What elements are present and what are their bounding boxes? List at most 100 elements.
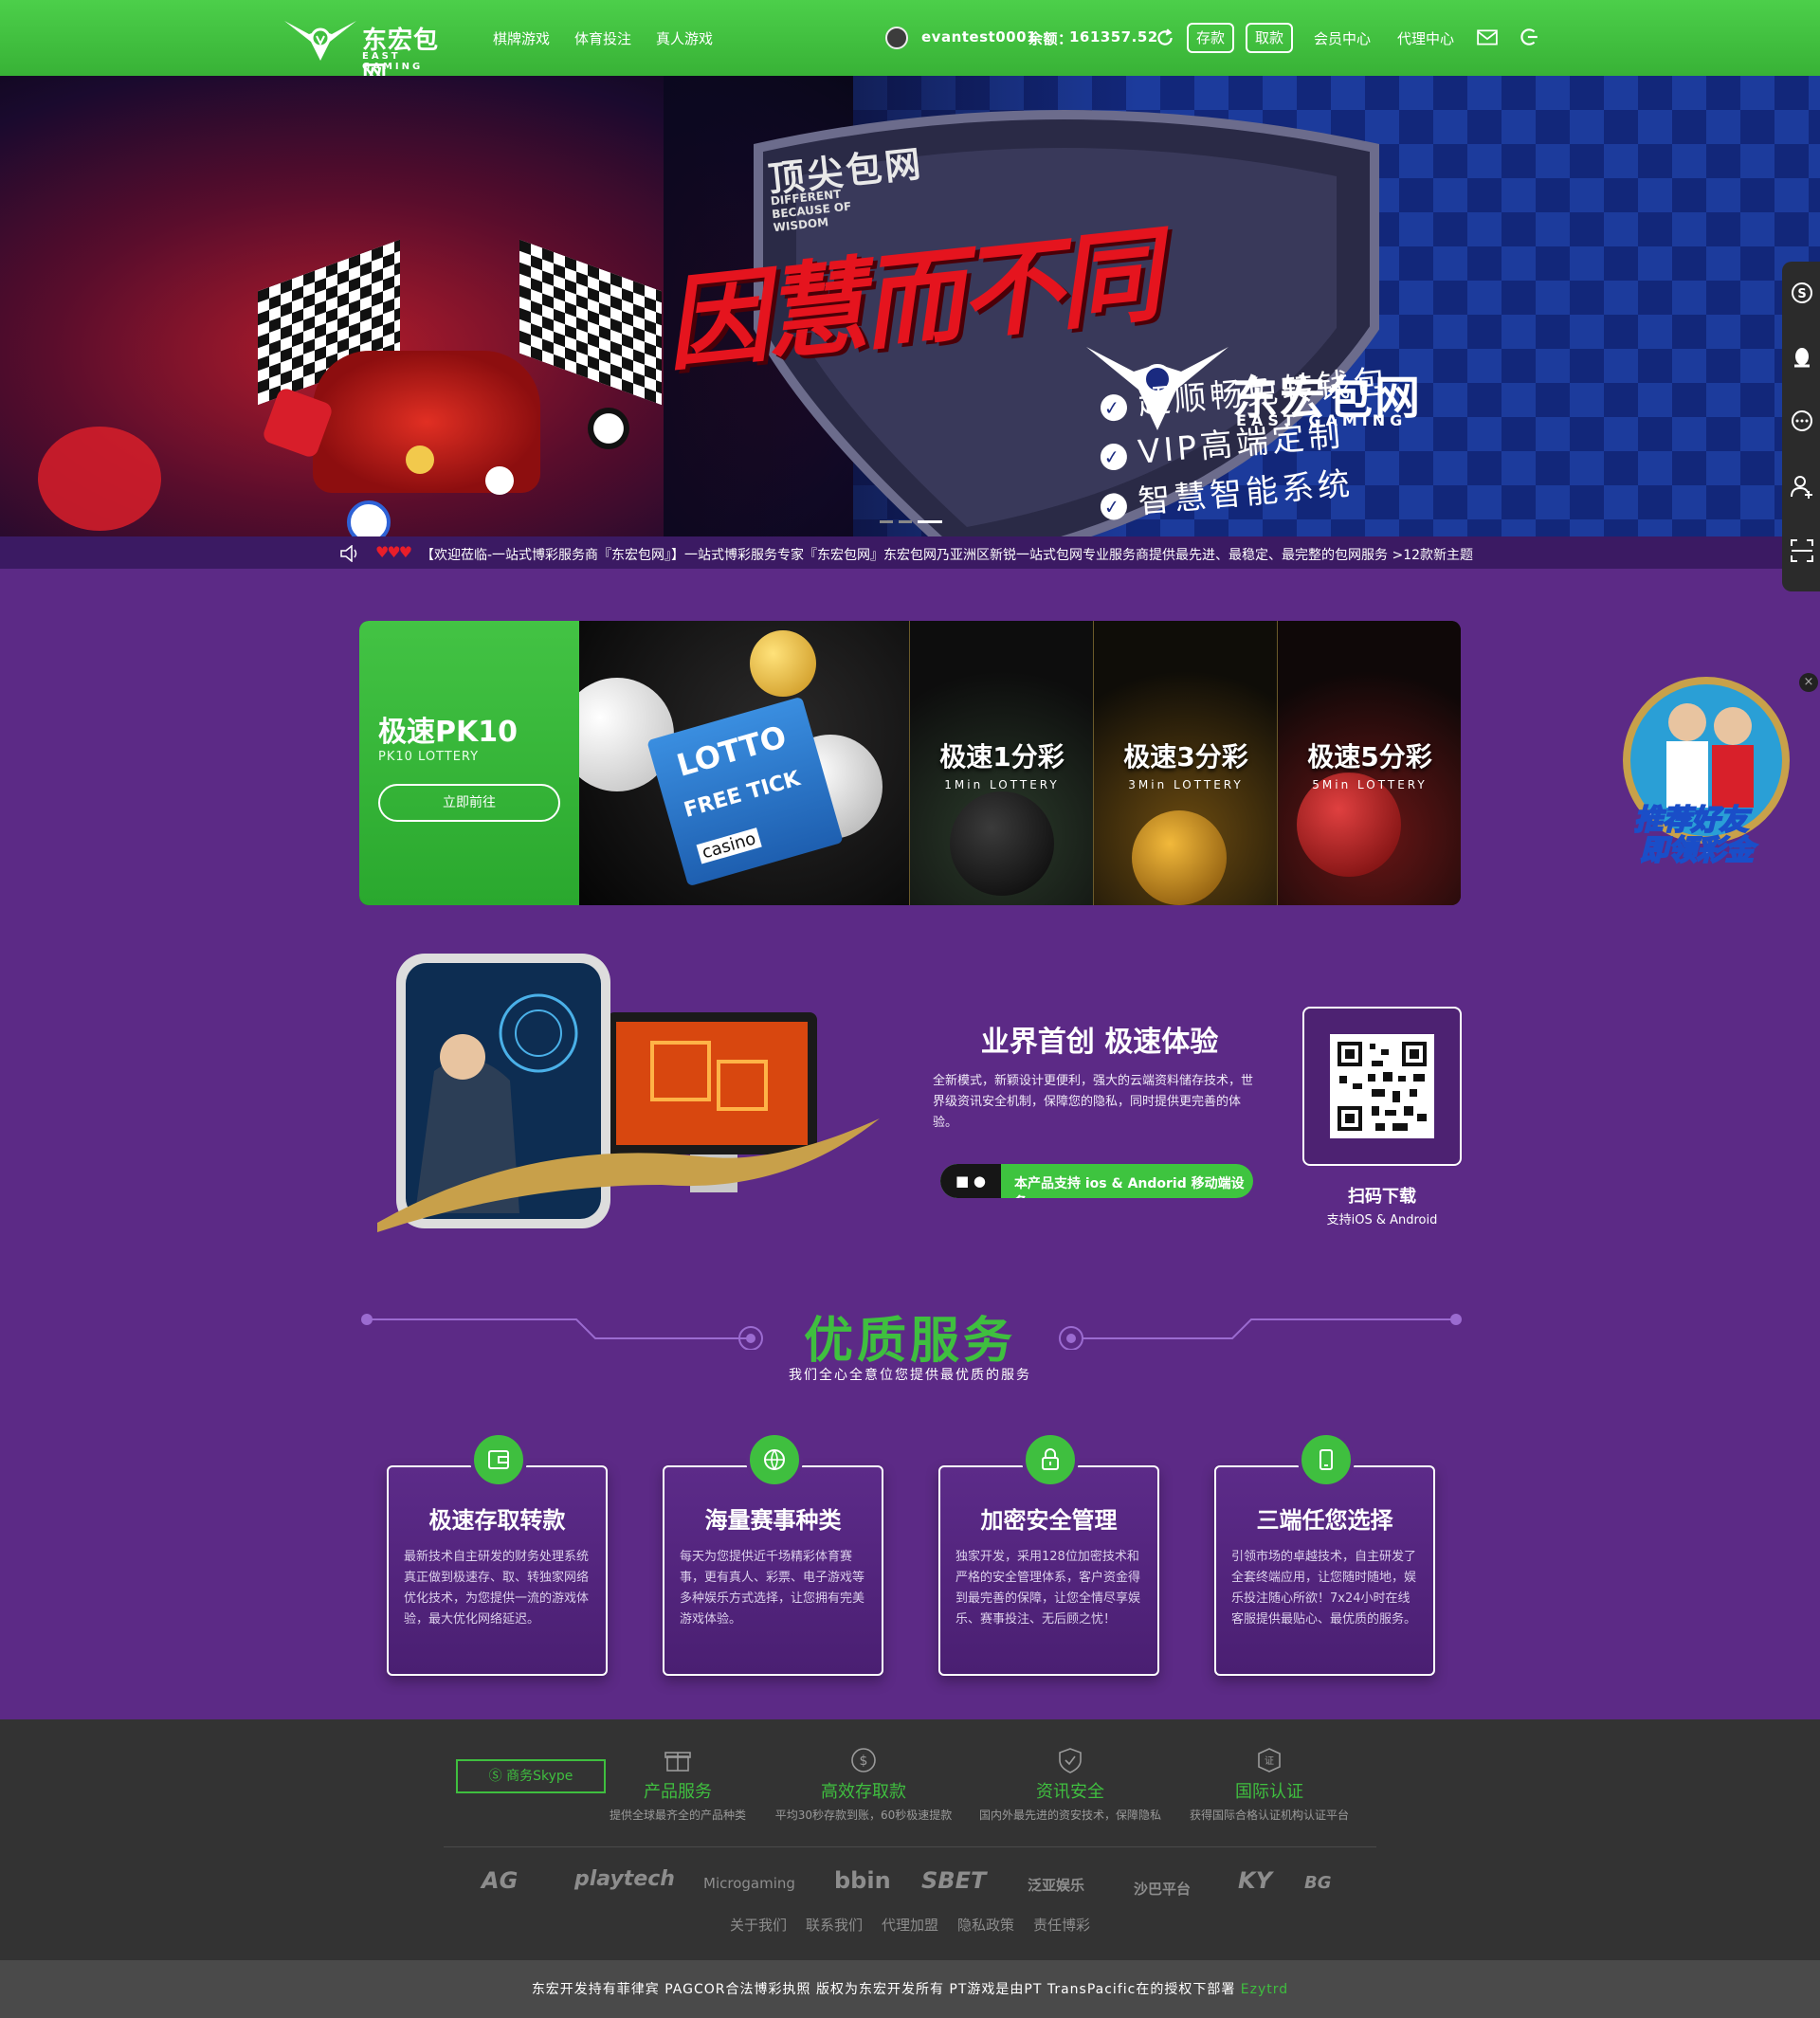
balance-label: 余额： [1028, 30, 1073, 47]
lottery-1min-sub: 1Min LOTTERY [944, 778, 1060, 791]
ticket-casino-text: casino [696, 827, 762, 864]
qr-title: 扫码下载 [1348, 1187, 1416, 1207]
service-card-title: 加密安全管理 [980, 1507, 1118, 1534]
deposit-button[interactable]: 存款 [1187, 23, 1235, 53]
lottery-strip: 极速PK10 PK10 LOTTERY 立即前往 LOTTO FREE TICK… [359, 621, 1461, 905]
wallet-icon [488, 1450, 509, 1469]
footer-feature-sub: 平均30秒存款到账，60秒极速提款 [774, 1809, 953, 1822]
blurred-dice-image [38, 427, 161, 531]
footer-feature-sub: 提供全球最齐全的产品种类 [609, 1809, 746, 1822]
soccer-ball-image [588, 408, 629, 449]
dollar-icon: $ [851, 1748, 876, 1773]
partner-logo-ag: AG [482, 1867, 519, 1894]
service-card-desc: 每天为您提供近千场精彩体育赛事，更有真人、彩票、电子游戏等多种娱乐方式选择，让您… [680, 1550, 865, 1627]
carousel-dot[interactable] [899, 520, 912, 523]
service-card-events: 海量赛事种类 每天为您提供近千场精彩体育赛事，更有真人、彩票、电子游戏等多种娱乐… [663, 1431, 883, 1676]
promo-close-button[interactable]: × [1799, 673, 1818, 692]
lottery-5min-sub: 5Min LOTTERY [1312, 778, 1428, 791]
mail-icon[interactable] [1477, 27, 1498, 48]
announcement-bar: ♥♥♥ 【欢迎莅临-一站式博彩服务商『东宏包网』】一站式博彩服务专家『东宏包网』… [0, 536, 1820, 569]
hearts-icon: ♥♥♥ [375, 543, 412, 561]
footer-link-privacy[interactable]: 隐私政策 [957, 1915, 1014, 1935]
balance-value: 161357.52 [1069, 28, 1158, 45]
agent-center-link[interactable]: 代理中心 [1397, 28, 1454, 48]
check-icon: ✓ [1099, 442, 1129, 471]
user-avatar-icon[interactable] [885, 27, 908, 49]
mobile-icon [1320, 1449, 1333, 1470]
user-add-icon[interactable] [1790, 474, 1814, 499]
decorative-line-right [1059, 1314, 1462, 1350]
footer-feature-title: 资讯安全 [1036, 1782, 1104, 1802]
qq-icon[interactable] [1790, 345, 1814, 370]
lottery-3min-title: 极速3分彩 [1123, 741, 1248, 773]
scan-icon[interactable] [1790, 538, 1814, 563]
footer-link-agent[interactable]: 代理加盟 [882, 1915, 938, 1935]
promo-text-2: 即领彩金 [1639, 833, 1755, 868]
go-now-button[interactable]: 立即前往 [378, 784, 560, 822]
footer-feature-title: 产品服务 [644, 1782, 712, 1802]
footer-feature-security: 资讯安全 国内外最先进的资安技术，保障隐私 [971, 1746, 1170, 1823]
partner-logo-bbin: bbin [834, 1867, 891, 1894]
platform-support-bar: ■ ● 本产品支持 ios & Andorid 移动端设备 [940, 1164, 1253, 1198]
shield-icon [1059, 1748, 1082, 1773]
lottery-ball-0 [347, 500, 391, 536]
partner-logo-sbet: SBET [921, 1867, 987, 1894]
footer-divider [444, 1846, 1376, 1847]
app-section-desc: 全新模式，新颖设计更便利，强大的云端资料储存技术，世界级资讯安全机制，保障您的隐… [933, 1074, 1254, 1130]
carousel-dot[interactable] [880, 520, 893, 523]
footer-feature-deposit: $ 高效存取款 平均30秒存款到账，60秒极速提款 [764, 1746, 963, 1823]
service-card-title: 极速存取转款 [428, 1507, 566, 1534]
svg-text:证: 证 [1265, 1755, 1274, 1767]
service-card-fast-transfer: 极速存取转款 最新技术自主研发的财务处理系统真正做到极速存、取、转独家网络优化技… [387, 1431, 608, 1676]
nav-live-casino[interactable]: 真人游戏 [656, 28, 713, 48]
site-logo[interactable]: 东宏包网 EAST GAMING [282, 13, 453, 90]
service-card-title: 海量赛事种类 [704, 1507, 842, 1534]
service-card-desc: 最新技术自主研发的财务处理系统真正做到极速存、取、转独家网络优化技术，为您提供一… [404, 1550, 590, 1627]
footer-link-contact[interactable]: 联系我们 [806, 1915, 863, 1935]
withdraw-button[interactable]: 取款 [1246, 23, 1294, 53]
carousel-dot-active[interactable] [918, 520, 942, 523]
footer-feature-products: 产品服务 提供全球最齐全的产品种类 [578, 1746, 777, 1823]
skype-icon[interactable]: S [1790, 281, 1814, 305]
speaker-icon [340, 545, 357, 562]
lottery-5min-title: 极速5分彩 [1307, 741, 1432, 773]
services-title: 优质服务 [803, 1313, 1016, 1370]
username: evantest0001 [921, 28, 1037, 45]
certificate-icon: 证 [1258, 1748, 1281, 1773]
service-card-desc: 独家开发，采用128位加密技术和严格的安全管理体系，客户资金得到最完善的保障，让… [956, 1550, 1141, 1627]
partner-logo-ky: KY [1238, 1867, 1272, 1894]
featured-lottery-sub: PK10 LOTTERY [378, 750, 480, 764]
footer-feature-certification: 证 国际认证 获得国际合格认证机构认证平台 [1170, 1746, 1369, 1823]
nav-chess-games[interactable]: 棋牌游戏 [493, 28, 550, 48]
chat-icon[interactable] [1790, 409, 1814, 434]
featured-lottery-title: 极速PK10 [378, 716, 518, 749]
footer-link-responsible[interactable]: 责任博彩 [1033, 1915, 1090, 1935]
devices-illustration [377, 954, 880, 1232]
services-subtitle: 我们全心全意位您提供最优质的服务 [789, 1368, 1031, 1383]
footer-link-about[interactable]: 关于我们 [730, 1915, 787, 1935]
lottery-3min-sub: 3Min LOTTERY [1128, 778, 1244, 791]
android-apple-icon: ■ ● [940, 1164, 1001, 1198]
refresh-icon[interactable] [1155, 27, 1175, 48]
lottery-5min[interactable]: 极速5分彩 5Min LOTTERY [1277, 621, 1461, 905]
footer-feature-title: 国际认证 [1235, 1782, 1303, 1802]
logout-icon[interactable] [1519, 27, 1539, 47]
copyright-link[interactable]: Ezytrd [1241, 1982, 1288, 1997]
member-center-link[interactable]: 会员中心 [1314, 28, 1371, 48]
lottery-ticket-image: LOTTO FREE TICK casino [579, 621, 909, 905]
svg-text:$: $ [860, 1754, 868, 1769]
announcement-text[interactable]: 【欢迎莅临-一站式博彩服务商『东宏包网』】一站式博彩服务专家『东宏包网』东宏包网… [421, 545, 1479, 564]
lottery-ball-9 [485, 466, 514, 495]
lottery-3min[interactable]: 极速3分彩 3Min LOTTERY [1093, 621, 1277, 905]
lottery-1min[interactable]: 极速1分彩 1Min LOTTERY [909, 621, 1093, 905]
footer-feature-sub: 国内外最先进的资安技术，保障隐私 [978, 1809, 1161, 1822]
carousel-dots [880, 509, 948, 527]
qr-code-image [1330, 1034, 1434, 1138]
nav-sports-betting[interactable]: 体育投注 [574, 28, 631, 48]
qr-code-box[interactable] [1302, 1007, 1462, 1166]
basketball-icon [764, 1449, 785, 1470]
refer-friend-promo[interactable]: 推荐好友 即领彩金 [1611, 675, 1801, 868]
lock-icon [1042, 1448, 1059, 1470]
floating-sidebar: S [1782, 262, 1820, 591]
hero-banner[interactable]: 顶尖包网 DIFFERENT BECAUSE OF WISDOM 因慧而不同 东… [0, 76, 1820, 536]
